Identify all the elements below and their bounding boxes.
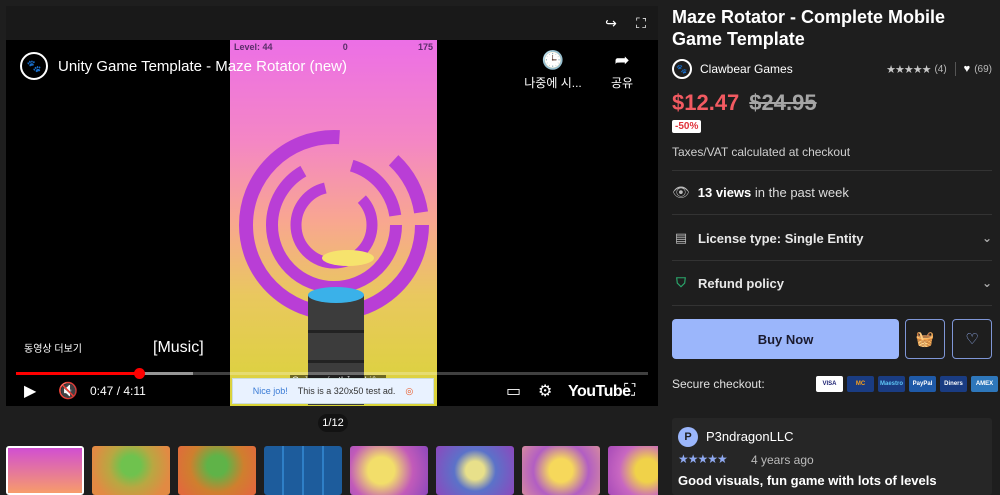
price-current: $12.47 [672, 90, 740, 115]
product-panel: Maze Rotator - Complete Mobile Game Temp… [664, 0, 1000, 495]
youtube-logo[interactable]: YouTube [568, 383, 631, 401]
page: ↪ ⛶ Level: 44 0 175 🐾 Unity Game Templat… [0, 0, 1000, 495]
divider [672, 260, 992, 261]
refund-accordion[interactable]: ⛉ Refund policy ⌄ [672, 273, 992, 293]
watch-later-button[interactable]: 🕒 나중에 시... [518, 50, 588, 91]
thumbnail-5[interactable] [350, 446, 428, 495]
secure-checkout-label: Secure checkout: [672, 377, 765, 391]
add-to-cart-icon[interactable]: 🧺 [905, 319, 945, 359]
play-icon[interactable]: ▶ [24, 380, 36, 402]
share-icon[interactable]: ↪ [600, 12, 622, 34]
game-preview: Level: 44 0 175 [230, 40, 437, 406]
divider [954, 62, 956, 76]
divider [672, 305, 992, 306]
heart-icon: ♥ [963, 63, 971, 75]
license-icon: ▤ [674, 230, 688, 245]
chevron-down-icon: ⌄ [981, 231, 992, 245]
video-fullscreen-icon[interactable]: ⛶ [624, 380, 635, 402]
views-count: 13 views [697, 185, 752, 200]
rating-count: (4) [934, 63, 947, 75]
settings-gear-icon[interactable]: ⚙ [538, 380, 552, 402]
diners-icon: Diners [940, 376, 967, 392]
license-accordion[interactable]: ▤ License type: Single Entity ⌄ [672, 228, 992, 248]
review-title: Good visuals, fun game with lots of leve… [678, 473, 937, 488]
thumbnail-3[interactable] [178, 446, 256, 495]
seller-name[interactable]: Clawbear Games [700, 62, 793, 76]
license-label: License type: Single Entity [698, 230, 864, 246]
thumbnail-strip [6, 446, 658, 495]
discount-badge: -50% [672, 120, 702, 133]
more-videos-link[interactable]: 동영상 더보기 [24, 340, 82, 355]
tax-note: Taxes/VAT calculated at checkout [672, 145, 851, 159]
wishlist-heart-icon[interactable]: ♡ [952, 319, 992, 359]
review-card[interactable]: P P3ndragonLLC ★★★★★ 4 years ago Good vi… [672, 418, 992, 495]
progress-played [16, 372, 140, 375]
share-arrow-icon: ➦ [614, 50, 630, 70]
refund-label: Refund policy [698, 275, 784, 291]
price-row: $12.47 $24.95 [672, 90, 817, 116]
fullscreen-icon[interactable]: ⛶ [630, 12, 652, 34]
divider [672, 214, 992, 215]
buy-now-button[interactable]: Buy Now [672, 319, 899, 359]
seller-row: 🐾 Clawbear Games ★★★★★ (4) ♥ (69) [672, 59, 992, 79]
visa-icon: VISA [816, 376, 843, 392]
maze-graphic [239, 130, 429, 405]
video-time: 0:47 / 4:11 [90, 384, 146, 398]
thumbnail-4[interactable] [264, 446, 342, 495]
seller-logo-icon[interactable]: 🐾 [672, 59, 692, 79]
thumbnail-6[interactable] [436, 446, 514, 495]
ad-logo-icon: ◎ [405, 385, 414, 396]
review-stars: ★★★★★ [678, 452, 728, 466]
thumbnail-1[interactable] [6, 446, 84, 495]
avatar: P [678, 427, 698, 447]
paypal-icon: PayPal [909, 376, 936, 392]
video-title[interactable]: Unity Game Template - Maze Rotator (new) [58, 58, 347, 75]
mastercard-icon: MC [847, 376, 874, 392]
divider [672, 170, 992, 171]
watch-later-label: 나중에 시... [524, 76, 582, 90]
subtitles-icon[interactable]: ▭ [506, 380, 521, 402]
video-share-button[interactable]: ➦ 공유 [602, 50, 642, 91]
gallery-counter: 1/12 [318, 414, 348, 432]
video-caption: [Music] [150, 338, 207, 358]
ad-text-left: Nice job! [252, 386, 288, 396]
thumbnail-7[interactable] [522, 446, 600, 495]
amex-icon: AMEX [971, 376, 998, 392]
price-original: $24.95 [749, 90, 817, 115]
favorites-count: (69) [974, 63, 992, 75]
channel-logo-icon[interactable]: 🐾 [20, 52, 48, 80]
views-info: 👁 13 views in the past week [672, 184, 849, 201]
ad-text: This is a 320x50 test ad. [297, 386, 396, 396]
review-time: 4 years ago [751, 453, 814, 467]
payment-methods: VISA MC Maestro PayPal Diners AMEX [816, 376, 998, 392]
video-share-label: 공유 [610, 76, 634, 90]
chevron-down-icon: ⌄ [981, 276, 992, 290]
media-gallery: ↪ ⛶ Level: 44 0 175 🐾 Unity Game Templat… [0, 0, 664, 495]
video-player[interactable]: Level: 44 0 175 🐾 Unity Game Template - … [6, 40, 658, 406]
mute-icon[interactable]: 🔇 [58, 380, 78, 402]
clock-icon: 🕒 [541, 50, 565, 70]
media-toolbar: ↪ ⛶ [6, 6, 658, 40]
shield-check-icon: ⛉ [676, 275, 686, 290]
rating-summary[interactable]: ★★★★★ (4) ♥ (69) [886, 62, 992, 76]
rating-stars-icon: ★★★★★ [886, 63, 931, 76]
thumbnail-2[interactable] [92, 446, 170, 495]
progress-scrubber[interactable] [134, 368, 146, 379]
ad-banner[interactable]: Nice job! This is a 320x50 test ad. ◎ [232, 378, 434, 404]
thumbnail-8[interactable] [608, 446, 658, 495]
product-title: Maze Rotator - Complete Mobile Game Temp… [672, 7, 946, 49]
maestro-icon: Maestro [878, 376, 905, 392]
eye-icon: 👁 [672, 184, 690, 200]
views-suffix: in the past week [754, 185, 849, 200]
review-author[interactable]: P3ndragonLLC [706, 429, 793, 444]
